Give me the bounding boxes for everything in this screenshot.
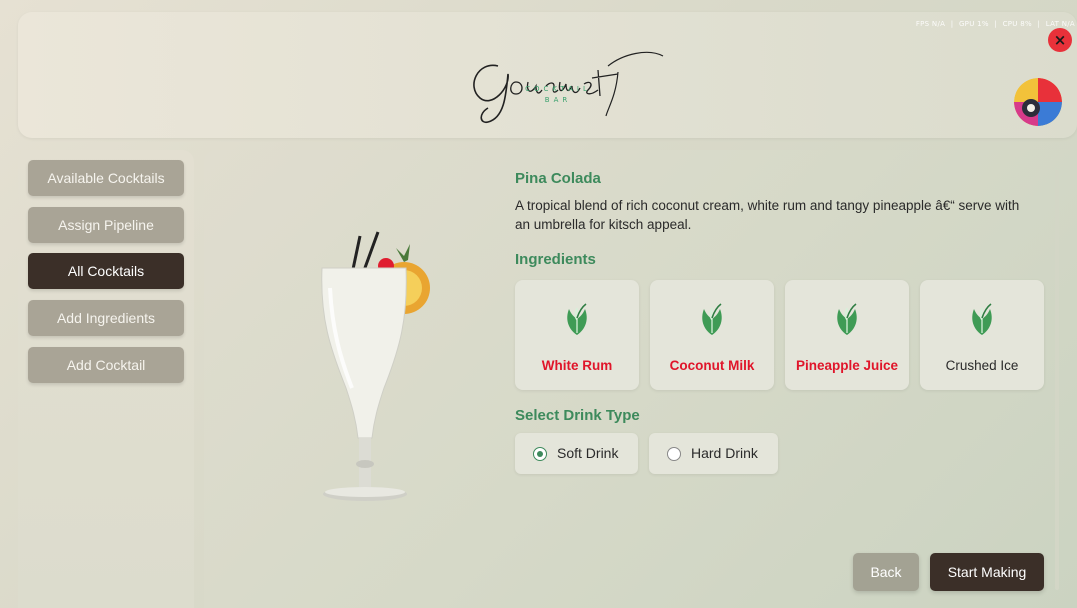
start-making-button[interactable]: Start Making <box>930 553 1044 591</box>
sidebar-item-assign-pipeline[interactable]: Assign Pipeline <box>28 207 184 243</box>
leaf-icon <box>837 303 857 335</box>
leaf-icon <box>702 303 722 335</box>
ingredient-name: Coconut Milk <box>669 358 755 373</box>
radio-label: Soft Drink <box>557 445 619 461</box>
sidebar-item-all-cocktails[interactable]: All Cocktails <box>28 253 184 289</box>
avatar-icon <box>1014 78 1062 126</box>
logo-subtitle: COCKTAIL <box>525 85 591 93</box>
radio-label: Hard Drink <box>691 445 758 461</box>
ingredient-name: White Rum <box>541 358 613 373</box>
back-button[interactable]: Back <box>853 553 919 591</box>
close-icon[interactable]: × <box>1048 28 1072 52</box>
drink-type-heading: Select Drink Type <box>515 407 640 424</box>
sidebar: Available Cocktails Assign Pipeline All … <box>18 150 194 608</box>
scrollbar[interactable] <box>1055 170 1059 590</box>
radio-unselected-icon[interactable] <box>667 447 681 461</box>
ingredient-card[interactable]: Coconut Milk <box>650 280 774 390</box>
ingredient-name: Crushed Ice <box>945 358 1019 373</box>
radio-soft-drink[interactable]: Soft Drink <box>515 433 638 474</box>
cocktail-title: Pina Colada <box>515 170 601 187</box>
stat-sep: | <box>1037 20 1041 28</box>
radio-hard-drink[interactable]: Hard Drink <box>649 433 778 474</box>
cocktail-description: A tropical blend of rich coconut cream, … <box>515 198 1020 232</box>
sidebar-item-add-cocktail[interactable]: Add Cocktail <box>28 347 184 383</box>
stat-cpu: CPU 8% <box>1002 20 1032 28</box>
app-header: COCKTAIL BAR <box>18 12 1077 138</box>
logo-script-icon <box>473 51 664 124</box>
ingredient-name: Pineapple Juice <box>795 358 899 373</box>
stat-lat: LAT N/A <box>1045 20 1075 28</box>
leaf-icon <box>567 303 587 335</box>
ingredients-heading: Ingredients <box>515 251 596 268</box>
stat-sep: | <box>994 20 998 28</box>
performance-stats: FPS N/A | GPU 1% | CPU 8% | LAT N/A <box>913 20 1075 28</box>
sidebar-item-available-cocktails[interactable]: Available Cocktails <box>28 160 184 196</box>
profile-avatar[interactable] <box>1014 78 1062 126</box>
cocktail-image <box>321 231 430 501</box>
stat-sep: | <box>950 20 954 28</box>
brand-logo: COCKTAIL BAR <box>458 26 678 136</box>
stat-fps: FPS N/A <box>915 20 946 28</box>
ingredient-card[interactable]: Crushed Ice <box>920 280 1044 390</box>
ingredient-card[interactable]: White Rum <box>515 280 639 390</box>
sidebar-item-add-ingredients[interactable]: Add Ingredients <box>28 300 184 336</box>
radio-selected-icon[interactable] <box>533 447 547 461</box>
leaf-icon <box>972 303 992 335</box>
ingredient-card[interactable]: Pineapple Juice <box>785 280 909 390</box>
logo-subtitle-2: BAR <box>544 96 572 104</box>
stat-gpu: GPU 1% <box>958 20 989 28</box>
